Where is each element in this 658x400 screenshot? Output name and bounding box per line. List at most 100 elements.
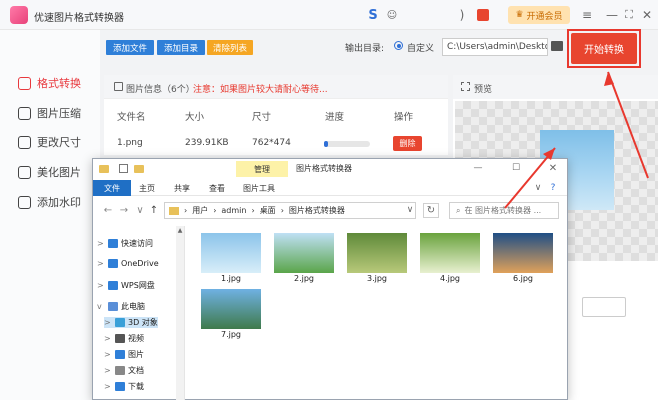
app-title: 优速图片格式转换器 (34, 13, 124, 24)
chevron-right-icon[interactable]: > (97, 239, 105, 248)
chevron-right-icon[interactable]: > (97, 259, 105, 268)
file-name-cell: 1.png (117, 138, 143, 148)
chevron-right-icon[interactable]: > (97, 281, 105, 290)
help-icon[interactable]: ? (547, 181, 559, 195)
chevron-right-icon: › (213, 206, 217, 215)
chevron-right-icon[interactable]: > (104, 382, 112, 391)
tree-item-label: 3D 对象 (128, 318, 158, 327)
ribbon-tab-home[interactable]: 主页 (139, 180, 155, 196)
ribbon-tab-file[interactable]: 文件 (93, 180, 131, 196)
explorer-close-icon[interactable]: ✕ (545, 161, 561, 175)
beautify-icon (18, 165, 31, 179)
checkbox-icon[interactable] (119, 164, 128, 173)
manage-tab[interactable]: 管理 (236, 161, 288, 177)
chevron-right-icon[interactable]: > (104, 318, 112, 327)
custom-radio-label: 自定义 (407, 44, 435, 54)
forward-icon[interactable]: → (118, 204, 130, 216)
fullscreen-icon[interactable]: ⛶ (622, 7, 636, 23)
breadcrumb-item[interactable]: 图片格式转换器 (289, 205, 345, 216)
file-thumbnail[interactable] (420, 233, 480, 273)
address-dropdown-icon[interactable]: ∨ (405, 204, 415, 216)
k-badge-icon[interactable] (477, 9, 489, 21)
convert-icon (18, 76, 31, 90)
column-header: 操作 (394, 112, 414, 123)
chevron-right-icon[interactable]: > (104, 366, 112, 375)
tree-item-label: WPS网盘 (121, 281, 155, 290)
sidebar-item-resize[interactable]: 更改尺寸 (18, 132, 81, 152)
delete-button[interactable]: 删除 (393, 136, 422, 151)
search-icon: ⌕ (456, 205, 461, 215)
add-folder-button[interactable]: 添加目录 (157, 40, 205, 55)
chevron-down-icon[interactable]: v (97, 302, 105, 311)
column-header: 进度 (325, 112, 345, 123)
file-thumbnail[interactable] (274, 233, 334, 273)
sidebar-item-compress[interactable]: 图片压缩 (18, 103, 81, 123)
folder-icon (99, 165, 109, 173)
breadcrumb-item[interactable]: 桌面 (260, 205, 276, 216)
explorer-maximize-icon[interactable]: ☐ (508, 161, 524, 175)
sidebar-item-watermark[interactable]: 添加水印 (18, 192, 81, 212)
crown-icon: ♛ (515, 10, 524, 20)
tree-item[interactable]: > 快速访问 (97, 238, 153, 249)
file-thumbnail[interactable] (347, 233, 407, 273)
file-name-label[interactable]: 3.jpg (347, 274, 407, 283)
sidebar-item-convert[interactable]: 格式转换 (18, 73, 81, 93)
tree-item[interactable]: > 图片 (104, 349, 144, 360)
tree-item[interactable]: >3D 对象 (104, 317, 158, 328)
file-name-label[interactable]: 1.jpg (201, 274, 261, 283)
ribbon-tab-picture-tools[interactable]: 图片工具 (243, 180, 275, 196)
folder-icon[interactable] (551, 41, 563, 51)
tree-scrollbar[interactable] (176, 226, 184, 400)
tree-item[interactable]: > 视频 (104, 333, 144, 344)
vip-label: 开通会员 (526, 11, 563, 22)
file-size-cell: 239.91KB (185, 138, 229, 148)
up-icon[interactable]: ↑ (148, 204, 160, 216)
clear-list-button[interactable]: 清除列表 (207, 40, 253, 55)
add-file-button[interactable]: 添加文件 (106, 40, 154, 55)
chevron-right-icon[interactable]: > (104, 334, 112, 343)
tree-item-icon (108, 239, 118, 248)
explorer-ribbon (93, 180, 567, 196)
network-icon[interactable]: ) (456, 7, 468, 23)
ribbon-expand-icon[interactable]: ∨ (533, 181, 543, 195)
file-thumbnail[interactable] (201, 289, 261, 329)
custom-radio[interactable] (394, 41, 403, 50)
ribbon-tab-share[interactable]: 共享 (174, 180, 190, 196)
file-name-label[interactable]: 7.jpg (201, 330, 261, 339)
address-bar[interactable]: › 用户 › admin › 桌面 › 图片格式转换器 (164, 202, 416, 219)
explorer-minimize-icon[interactable]: — (470, 161, 486, 175)
file-thumbnail[interactable] (201, 233, 261, 273)
column-header: 大小 (185, 112, 205, 123)
file-name-label[interactable]: 2.jpg (274, 274, 334, 283)
dropdown-icon[interactable]: ∨ (134, 204, 146, 216)
breadcrumb-item[interactable]: 用户 (192, 205, 208, 216)
search-input[interactable]: ⌕ 在 图片格式转换器 ... (449, 202, 559, 219)
tree-item[interactable]: > WPS网盘 (97, 280, 155, 291)
minimize-icon[interactable]: — (605, 7, 619, 23)
sidebar-item-beautify[interactable]: 美化图片 (18, 162, 81, 182)
scroll-up-icon[interactable]: ▲ (176, 226, 184, 234)
image-icon (114, 82, 123, 91)
preview-option-button[interactable] (582, 297, 626, 317)
close-icon[interactable]: ✕ (640, 7, 654, 23)
breadcrumb-item[interactable]: admin (221, 206, 246, 215)
back-icon[interactable]: ← (102, 204, 114, 216)
tree-item[interactable]: > 下载 (104, 381, 144, 392)
chevron-right-icon: › (251, 206, 255, 215)
file-thumbnail[interactable] (493, 233, 553, 273)
output-path-input[interactable]: C:\Users\admin\Deskto (442, 38, 548, 56)
ribbon-tab-view[interactable]: 查看 (209, 180, 225, 196)
start-convert-button[interactable]: 开始转换 (571, 33, 637, 64)
column-header: 文件名 (117, 112, 146, 123)
file-name-label[interactable]: 6.jpg (493, 274, 553, 283)
tree-item[interactable]: > 文档 (104, 365, 144, 376)
tree-item[interactable]: > OneDrive (97, 259, 159, 268)
menu-icon[interactable]: ≡ (580, 7, 594, 23)
refresh-icon[interactable]: ↻ (423, 203, 439, 218)
vip-button[interactable]: ♛ 开通会员 (508, 6, 570, 24)
user-icon[interactable]: ☺ (385, 7, 399, 23)
tree-item[interactable]: v 此电脑 (97, 301, 145, 312)
file-name-label[interactable]: 4.jpg (420, 274, 480, 283)
tree-item-icon (115, 350, 125, 359)
chevron-right-icon[interactable]: > (104, 350, 112, 359)
